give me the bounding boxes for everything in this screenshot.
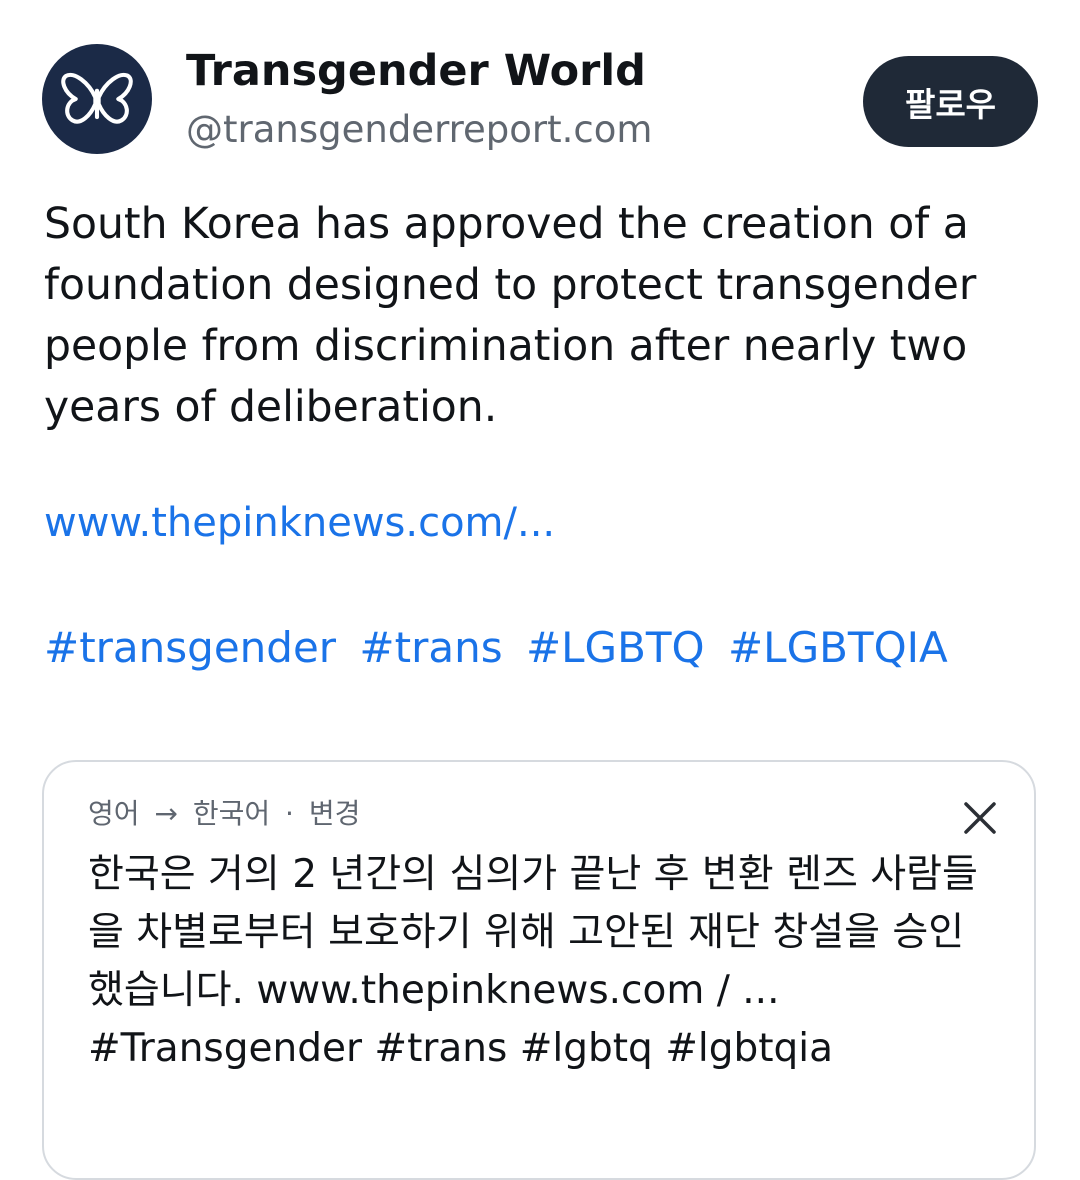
avatar[interactable] [42, 44, 152, 154]
follow-button[interactable]: 팔로우 [863, 56, 1038, 147]
target-language: 한국어 [192, 797, 271, 830]
display-name[interactable]: Transgender World [186, 46, 646, 96]
post-card: Transgender World @transgenderreport.com… [0, 0, 1080, 1180]
arrow-right-icon: → [154, 797, 178, 830]
change-language-button[interactable]: 변경 [309, 797, 361, 830]
source-language: 영어 [88, 797, 140, 830]
hashtag-trans[interactable]: #trans [359, 623, 502, 672]
hashtag-transgender[interactable]: #transgender [44, 623, 336, 672]
post-body: South Korea has approved the creation of… [44, 200, 977, 432]
hashtag-lgbtqia[interactable]: #LGBTQIA [728, 623, 948, 672]
hashtag-list: #transgender #trans #LGBTQ #LGBTQIA [44, 623, 958, 672]
translation-text: 한국은 거의 2 년간의 심의가 끝난 후 변환 렌즈 사람들을 차별로부터 보… [88, 852, 978, 1071]
account-handle[interactable]: @transgenderreport.com [186, 108, 652, 151]
translation-header: 영어 → 한국어 · 변경 [88, 792, 366, 832]
separator-dot: · [285, 797, 294, 830]
post-link[interactable]: www.thepinknews.com/... [44, 500, 555, 546]
butterfly-icon [61, 72, 133, 124]
close-icon[interactable] [960, 798, 1000, 838]
translation-card: 영어 → 한국어 · 변경 한국은 거의 2 년간의 심의가 끝난 후 변환 렌… [42, 760, 1036, 1180]
hashtag-lgbtq[interactable]: #LGBTQ [526, 623, 705, 672]
